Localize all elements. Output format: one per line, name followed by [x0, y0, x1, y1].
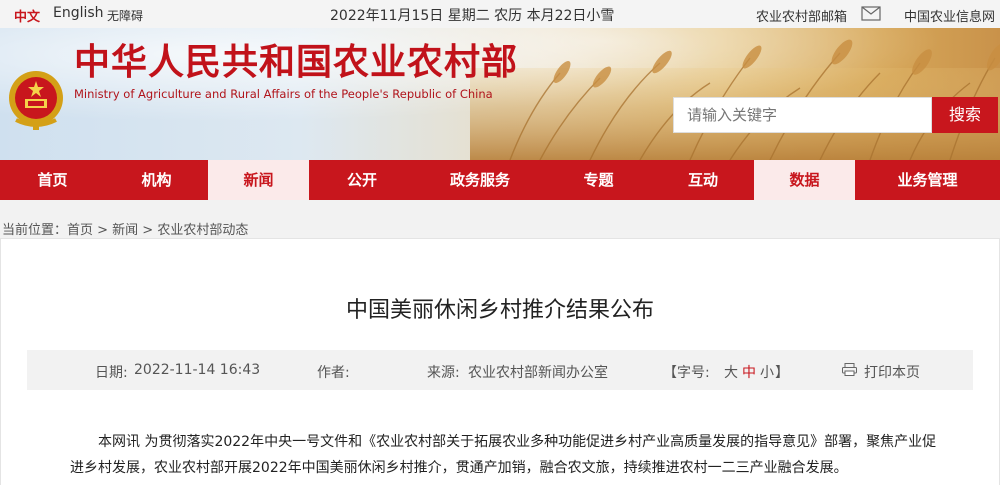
nav-item-home[interactable]: 首页 [0, 160, 105, 200]
date-display: 2022年11月15日 星期二 农历 本月22日小雪 [330, 8, 615, 24]
nav-item-data[interactable]: 数据 [754, 160, 855, 200]
site-title[interactable]: 中华人民共和国农业农村部 [74, 42, 518, 82]
nav-item-business[interactable]: 业务管理 [855, 160, 1000, 200]
nav-item-public[interactable]: 公开 [309, 160, 415, 200]
site-subtitle: Ministry of Agriculture and Rural Affair… [74, 87, 493, 101]
nav-item-gov-services[interactable]: 政务服务 [415, 160, 545, 200]
printer-icon[interactable] [842, 363, 857, 376]
article-source: 农业农村部新闻办公室 [468, 365, 608, 381]
font-size-bracket: 】 [775, 365, 789, 381]
article-date: 2022-11-14 16:43 [134, 362, 261, 378]
nav-item-news[interactable]: 新闻 [208, 160, 309, 200]
lang-english-link[interactable]: English [53, 5, 104, 21]
author-label: 作者: [317, 365, 350, 381]
nav-item-organization[interactable]: 机构 [105, 160, 208, 200]
mail-icon[interactable] [861, 6, 881, 21]
search-input[interactable] [674, 98, 931, 132]
font-size-medium[interactable]: 中 [742, 362, 756, 382]
article-meta-bar: 日期: 2022-11-14 16:43 作者: 来源: 农业农村部新闻办公室 … [27, 350, 973, 390]
article-paragraph: 本网讯 为贯彻落实2022年中央一号文件和《农业农村部关于拓展农业多种功能促进乡… [70, 434, 937, 476]
breadcrumb[interactable]: 当前位置：首页 > 新闻 > 农业农村部动态 [2, 219, 248, 238]
nav-item-topics[interactable]: 专题 [545, 160, 652, 200]
search-box [673, 97, 932, 133]
date-label: 日期: [95, 365, 128, 381]
wheat-field-image [470, 39, 1000, 160]
article-title: 中国美丽休闲乡村推介结果公布 [345, 298, 654, 323]
search-button[interactable]: 搜索 [932, 97, 998, 133]
font-size-label: 【字号: [663, 365, 710, 381]
top-bar: 中文 English 无障碍 2022年11月15日 星期二 农历 本月22日小… [0, 0, 1000, 28]
mailbox-link[interactable]: 农业农村部邮箱 [756, 6, 847, 25]
lang-chinese-link[interactable]: 中文 [14, 6, 40, 25]
info-net-link[interactable]: 中国农业信息网 [904, 6, 995, 25]
font-size-small[interactable]: 小 [760, 362, 774, 382]
national-emblem-icon [9, 71, 63, 130]
main-nav: 首页 机构 新闻 公开 政务服务 专题 互动 数据 业务管理 [0, 160, 1000, 200]
print-link[interactable]: 打印本页 [864, 362, 920, 382]
font-size-large[interactable]: 大 [724, 362, 738, 382]
nav-item-interaction[interactable]: 互动 [652, 160, 754, 200]
accessibility-link[interactable]: 无障碍 [107, 7, 143, 24]
source-label: 来源: [427, 365, 460, 381]
